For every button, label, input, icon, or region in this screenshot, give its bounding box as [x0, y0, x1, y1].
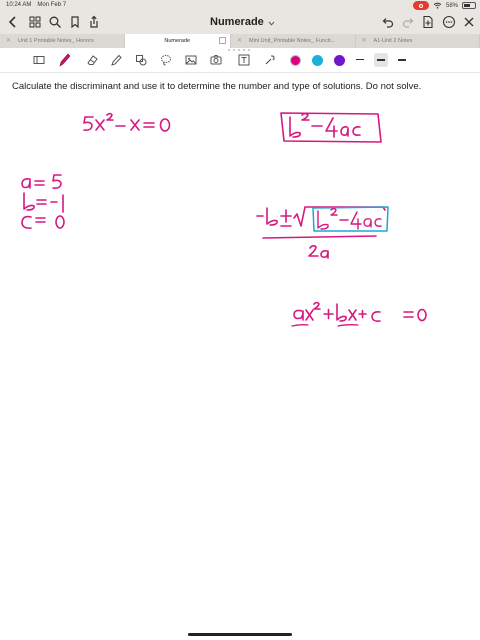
handwriting-canvas	[21, 112, 427, 327]
coefficients-list	[21, 174, 65, 229]
home-indicator[interactable]	[188, 633, 292, 636]
boxed-discriminant	[280, 112, 382, 143]
handwritten-equation	[83, 112, 171, 132]
standard-form-equation	[291, 301, 427, 327]
quadratic-formula-handwritten	[256, 206, 386, 259]
